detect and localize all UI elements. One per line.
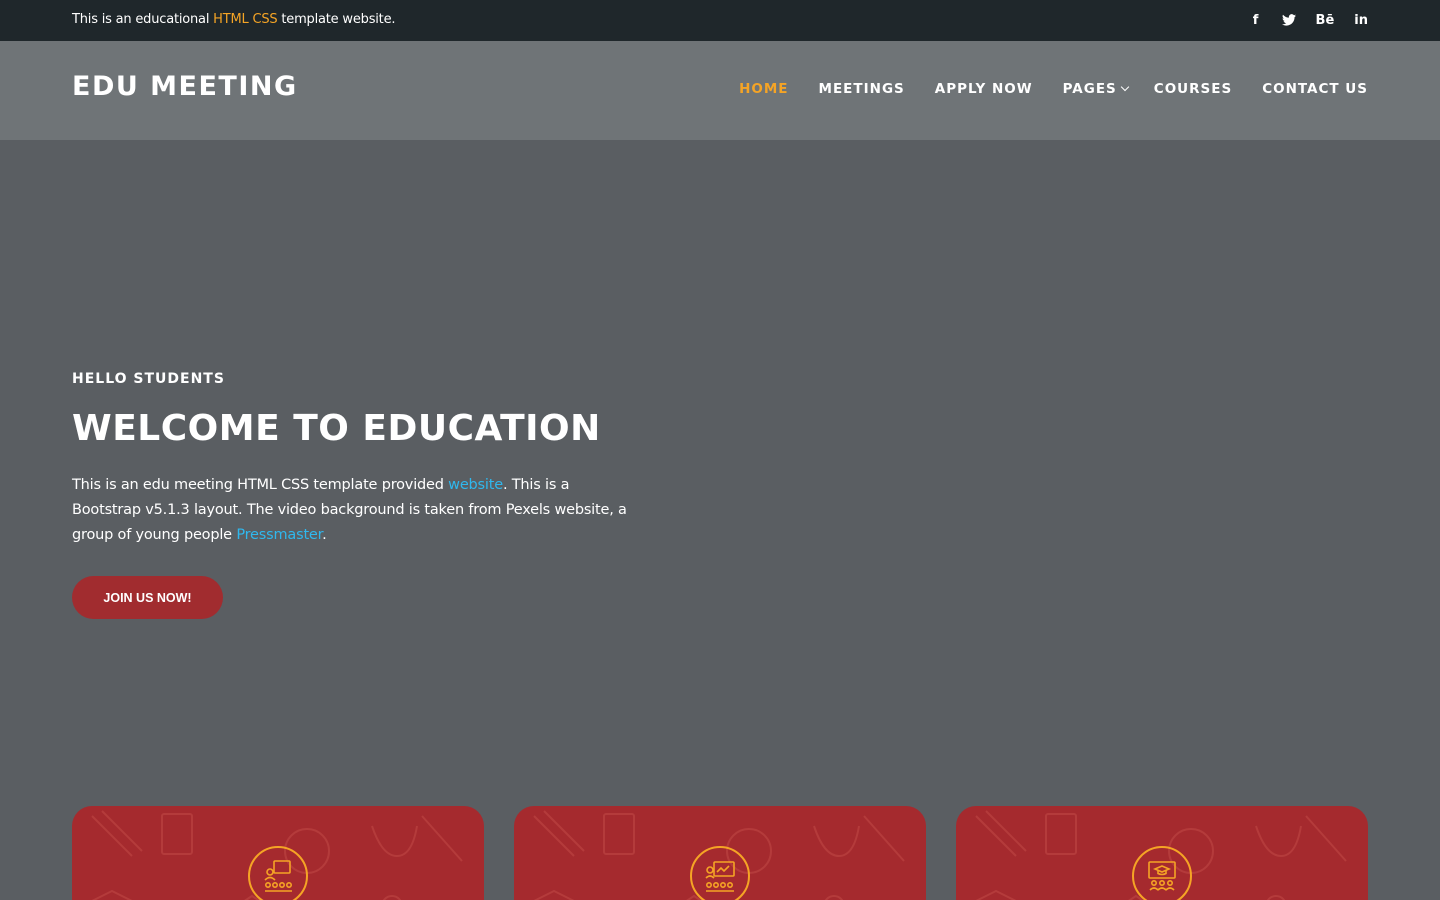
main-nav: HOME MEETINGS APPLY NOW PAGES COURSES CO… <box>739 81 1368 97</box>
top-bar-message: This is an educational HTML CSS template… <box>72 12 396 27</box>
nav-item-pages[interactable]: PAGES <box>1063 81 1130 97</box>
join-us-button[interactable]: JOIN US NOW! <box>72 576 223 619</box>
social-links: f Bē in <box>1250 11 1368 29</box>
service-card[interactable] <box>72 806 484 900</box>
meeting-group-icon <box>248 846 308 900</box>
nav-item-courses[interactable]: COURSES <box>1154 81 1232 97</box>
graduation-class-icon <box>1132 846 1192 900</box>
hero-description: This is an edu meeting HTML CSS template… <box>72 477 627 543</box>
twitter-icon[interactable] <box>1281 11 1296 29</box>
facebook-icon[interactable]: f <box>1250 11 1262 29</box>
site-header: EDU MEETING HOME MEETINGS APPLY NOW PAGE… <box>0 41 1440 140</box>
chevron-down-icon <box>1120 82 1130 92</box>
hero-section: HELLO STUDENTS WELCOME TO EDUCATION This… <box>0 140 1440 900</box>
pressmaster-link[interactable]: Pressmaster <box>236 527 322 543</box>
top-bar: This is an educational HTML CSS template… <box>0 0 1440 41</box>
top-bar-highlight[interactable]: HTML CSS <box>213 12 277 27</box>
service-card[interactable] <box>956 806 1368 900</box>
presentation-icon <box>690 846 750 900</box>
logo[interactable]: EDU MEETING <box>72 71 298 102</box>
hero-kicker: HELLO STUDENTS <box>72 371 225 387</box>
website-link[interactable]: website <box>448 477 503 493</box>
nav-item-home[interactable]: HOME <box>739 81 788 97</box>
hero-title: WELCOME TO EDUCATION <box>72 408 601 449</box>
service-card[interactable] <box>514 806 926 900</box>
nav-item-apply-now[interactable]: APPLY NOW <box>935 81 1033 97</box>
behance-icon[interactable]: Bē <box>1316 11 1335 29</box>
linkedin-icon[interactable]: in <box>1354 11 1368 29</box>
nav-item-contact-us[interactable]: CONTACT US <box>1262 81 1368 97</box>
nav-item-meetings[interactable]: MEETINGS <box>819 81 905 97</box>
